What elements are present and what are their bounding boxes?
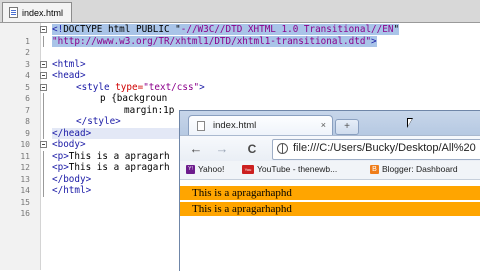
bookmark-yahoo[interactable]: Y! Yahoo! [186, 164, 224, 174]
bookmark-label: Yahoo! [198, 164, 225, 174]
fold-guide [43, 116, 44, 128]
address-bar[interactable]: file:///C:/Users/Bucky/Desktop/All%20 [272, 139, 480, 160]
line-number: 16 [20, 209, 30, 218]
fold-guide [43, 173, 44, 185]
code-line-3: 3 [0, 47, 480, 69]
fold-toggle-icon[interactable] [40, 60, 47, 68]
fold-toggle-icon[interactable] [40, 72, 47, 79]
page-content: This is a apragarhaphd This is a apragar… [180, 180, 480, 271]
fold-guide [43, 162, 44, 174]
back-arrow-icon[interactable]: ← [188, 141, 204, 157]
mouse-cursor-icon [407, 118, 413, 128]
blogger-favicon-icon: B [370, 164, 379, 174]
rendered-paragraph: This is a apragarhaphd [180, 202, 480, 216]
browser-toolbar: ← → C file:///C:/Users/Bucky/Desktop/All… [180, 135, 480, 162]
fold-guide [43, 185, 44, 197]
page-icon [197, 121, 205, 131]
fold-guide [43, 93, 44, 105]
editor-tab-label: index.html [22, 7, 64, 18]
globe-icon [277, 143, 288, 154]
fold-guide [43, 104, 44, 116]
fold-toggle-icon[interactable] [40, 26, 47, 33]
forward-arrow-icon[interactable]: → [214, 141, 230, 157]
bookmark-label: YouTube - thenewb... [257, 164, 338, 174]
yahoo-favicon-icon: Y! [186, 164, 195, 174]
file-icon [9, 7, 18, 18]
bookmarks-bar: Y! Yahoo! You YouTube - thenewb... B Blo… [180, 161, 480, 180]
bookmark-label: Blogger: Dashboard [382, 164, 458, 174]
fold-toggle-icon[interactable] [40, 141, 47, 148]
code-line-4: 4 <html> [0, 59, 480, 81]
browser-tab-strip: index.html × + [180, 111, 480, 136]
rendered-paragraph: This is a apragarhaphd [180, 186, 480, 200]
fold-guide [43, 127, 44, 139]
browser-window: index.html × + ← → C file:///C:/Users/Bu… [179, 110, 480, 271]
fold-guide [43, 35, 44, 47]
code-line-2: 2 "http://www.w3.org/TR/xhtml1/DTD/xhtml… [0, 35, 480, 57]
fold-guide [43, 150, 44, 162]
address-text: file:///C:/Users/Bucky/Desktop/All%20 [293, 142, 476, 154]
close-tab-icon[interactable]: × [321, 120, 326, 130]
bookmark-blogger[interactable]: B Blogger: Dashboard [370, 164, 458, 174]
editor-tab-bar: index.html [0, 0, 480, 23]
browser-tab-title: index.html [213, 120, 257, 131]
fold-toggle-icon[interactable] [40, 83, 47, 91]
youtube-favicon-icon: You [242, 164, 254, 174]
reload-icon[interactable]: C [244, 141, 260, 157]
code-line-5: 5 <head> [0, 70, 480, 92]
code-line-6: 6 <style type="text/css"> [0, 82, 480, 104]
bookmark-youtube[interactable]: You YouTube - thenewb... [242, 164, 337, 174]
code-line-1: 1 <!DOCTYPE html PUBLIC "-//W3C//DTD XHT… [0, 24, 480, 46]
new-tab-button[interactable]: + [335, 119, 359, 135]
code-line-7: 7 p {backgroun [0, 93, 480, 115]
editor-tab-index-html[interactable]: index.html [2, 2, 73, 22]
browser-tab-index-html[interactable]: index.html × [188, 115, 333, 136]
